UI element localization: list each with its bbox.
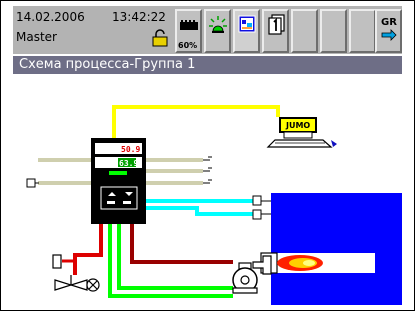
lock-icon bbox=[152, 29, 168, 47]
memory-button[interactable]: 60% bbox=[175, 9, 202, 53]
darkred-signal-line bbox=[130, 223, 233, 264]
status-toolbar: 14.02.2006 13:42:22 Master 60% GR bbox=[13, 6, 402, 54]
status-panel: 14.02.2006 13:42:22 Master bbox=[13, 6, 173, 54]
group-report-icon: GR bbox=[381, 17, 397, 41]
process-screen-icon bbox=[238, 15, 256, 33]
jumo-logo: JUMO bbox=[285, 121, 310, 130]
left-connector-icon bbox=[26, 178, 39, 188]
toolbar-slot-5[interactable] bbox=[291, 9, 318, 53]
memory-card-icon bbox=[180, 20, 198, 30]
controller-display-bottom: 63.9 bbox=[119, 159, 138, 168]
memory-label: 60% bbox=[178, 41, 198, 50]
computer-icon: JUMO bbox=[266, 117, 337, 148]
status-date: 14.02.2006 bbox=[16, 10, 85, 24]
alarm-button[interactable] bbox=[204, 9, 231, 53]
valve-connector-icons bbox=[252, 195, 271, 220]
process-screen-button[interactable] bbox=[233, 9, 260, 53]
yellow-signal-line bbox=[112, 105, 280, 140]
red-signal-line bbox=[73, 223, 103, 275]
svg-text:GR: GR bbox=[381, 17, 397, 28]
status-time: 13:42:22 bbox=[112, 10, 166, 24]
process-diagram-svg: 50.9 63.9 JUMO bbox=[26, 105, 402, 305]
controller-device: 50.9 63.9 bbox=[91, 138, 146, 224]
group-1-icon bbox=[268, 14, 285, 35]
green-signal-lines bbox=[108, 223, 233, 298]
group-report-button[interactable]: GR bbox=[375, 9, 402, 53]
controller-display-top: 50.9 bbox=[121, 145, 140, 154]
alarm-icon bbox=[209, 16, 227, 33]
toolbar-slot-7[interactable] bbox=[349, 9, 376, 53]
window-title-bar: Схема процесса-Группа 1 bbox=[13, 56, 402, 74]
toolbar-slot-6[interactable] bbox=[320, 9, 347, 53]
group-1-button[interactable] bbox=[262, 9, 289, 53]
furnace-chamber bbox=[271, 193, 402, 305]
cyan-signal-lines bbox=[143, 199, 253, 216]
window-title: Схема процесса-Группа 1 bbox=[19, 57, 196, 72]
right-connectors-icon bbox=[203, 156, 212, 184]
process-diagram: 50.9 63.9 JUMO bbox=[13, 75, 402, 306]
status-user: Master bbox=[16, 30, 57, 44]
